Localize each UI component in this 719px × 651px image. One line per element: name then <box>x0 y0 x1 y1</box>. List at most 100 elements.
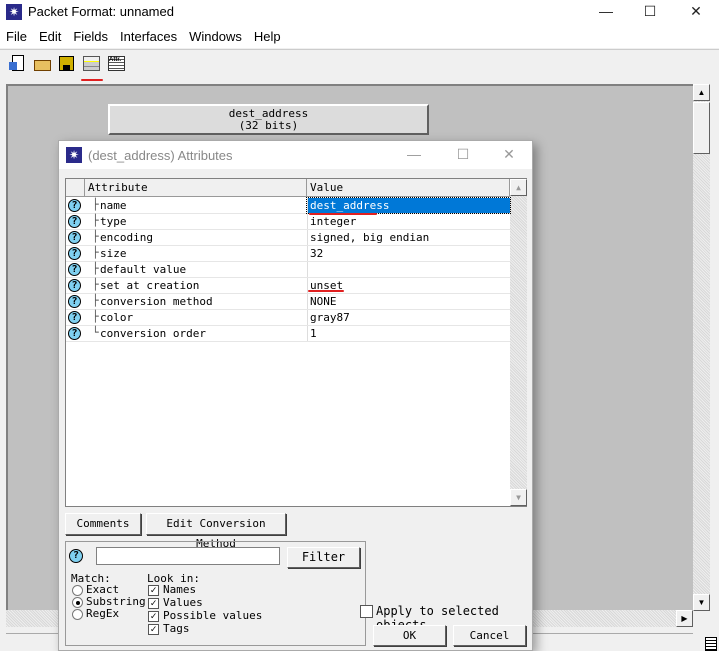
table-row[interactable]: ? ├ type integer <box>66 214 510 230</box>
scroll-thumb[interactable] <box>693 102 710 154</box>
table-row[interactable]: ? ├ name dest_address <box>66 197 511 214</box>
dialog-app-icon: ✷ <box>66 147 82 163</box>
field-layout-icon[interactable] <box>82 54 102 74</box>
lookin-checkbox[interactable]: ✓ <box>148 624 159 635</box>
help-icon[interactable]: ? <box>68 247 81 260</box>
menu-help[interactable]: Help <box>254 24 287 48</box>
header-value[interactable]: Value <box>307 179 510 197</box>
open-folder-icon[interactable] <box>33 54 53 74</box>
help-icon[interactable]: ? <box>68 327 81 340</box>
dialog-maximize-button[interactable]: ☐ <box>440 143 486 167</box>
tree-connector: ├ <box>92 278 99 291</box>
attribute-name: color <box>100 311 134 324</box>
attribute-value[interactable]: signed, big endian <box>307 230 510 245</box>
new-file-icon[interactable] <box>9 54 29 74</box>
dialog-close-button[interactable]: ✕ <box>486 143 532 167</box>
title-bar: ✷ Packet Format: unnamed — ☐ ✕ <box>0 0 719 24</box>
edit-conversion-method-button[interactable]: Edit Conversion Method <box>146 513 286 550</box>
lookin-checkbox[interactable]: ✓ <box>148 585 159 596</box>
attributes-dialog: ✷ (dest_address) Attributes — ☐ ✕ Attrib… <box>58 140 533 651</box>
filter-button[interactable]: Filter <box>287 547 360 568</box>
apply-to-selected-checkbox[interactable] <box>360 605 373 618</box>
lookin-checkbox[interactable]: ✓ <box>148 611 159 622</box>
table-row[interactable]: ? └ conversion order 1 <box>66 326 510 342</box>
header-icon-col <box>66 179 85 197</box>
match-radio-exact[interactable] <box>72 585 83 596</box>
attributes-table: Attribute Value ▲ ▼ ? ├ name dest_addres… <box>65 178 527 507</box>
attribute-name: name <box>100 199 127 212</box>
help-icon[interactable]: ? <box>68 231 81 244</box>
tree-connector: ├ <box>92 262 99 275</box>
match-radio-regex[interactable] <box>72 609 83 620</box>
tree-connector: └ <box>92 326 99 339</box>
cancel-button[interactable]: Cancel <box>453 625 526 646</box>
tree-connector: ├ <box>92 214 99 227</box>
attribute-name: encoding <box>100 231 153 244</box>
close-button[interactable]: ✕ <box>673 0 719 24</box>
lookin-checkbox[interactable]: ✓ <box>148 598 159 609</box>
attribute-name: size <box>100 247 127 260</box>
attribute-name: conversion order <box>100 327 206 340</box>
table-scroll-up[interactable]: ▲ <box>510 179 527 196</box>
tree-connector: ├ <box>92 310 99 323</box>
help-icon[interactable]: ? <box>68 215 81 228</box>
table-row[interactable]: ? ├ set at creation unset <box>66 278 510 294</box>
log-icon[interactable] <box>705 637 717 651</box>
lookin-option-label[interactable]: Possible values <box>163 609 262 622</box>
save-icon[interactable] <box>57 54 77 74</box>
tree-connector: ├ <box>92 246 99 259</box>
tree-connector: ├ <box>92 230 99 243</box>
lookin-option-label[interactable]: Tags <box>163 622 190 635</box>
menu-fields[interactable]: Fields <box>73 24 114 48</box>
attribute-value[interactable]: 32 <box>307 246 510 261</box>
field-bits: (32 bits) <box>238 119 299 132</box>
table-scroll-down[interactable]: ▼ <box>510 489 527 506</box>
scroll-right-button[interactable]: ▶ <box>676 610 693 627</box>
match-option-label[interactable]: RegEx <box>86 607 119 620</box>
ok-button[interactable]: OK <box>373 625 446 646</box>
attribute-value[interactable]: NONE <box>307 294 510 309</box>
tree-connector: ├ <box>92 198 99 211</box>
maximize-button[interactable]: ☐ <box>627 0 673 24</box>
help-icon[interactable]: ? <box>68 279 81 292</box>
attribute-value[interactable]: dest_address <box>306 197 511 214</box>
annotation-underline <box>309 213 377 215</box>
vertical-scrollbar[interactable]: ▲ ▼ <box>693 84 710 611</box>
menu-interfaces[interactable]: Interfaces <box>120 24 183 48</box>
menu-file[interactable]: File <box>6 24 33 48</box>
comments-button[interactable]: Comments <box>65 513 141 535</box>
attribute-value[interactable]: 1 <box>307 326 510 341</box>
table-row[interactable]: ? ├ color gray87 <box>66 310 510 326</box>
help-icon[interactable]: ? <box>68 295 81 308</box>
table-row[interactable]: ? ├ default value <box>66 262 510 278</box>
table-row[interactable]: ? ├ encoding signed, big endian <box>66 230 510 246</box>
dialog-minimize-button[interactable]: — <box>391 143 437 167</box>
lookin-option-label[interactable]: Names <box>163 583 196 596</box>
header-attribute[interactable]: Attribute <box>85 179 307 197</box>
filter-input[interactable] <box>96 547 280 565</box>
menu-edit[interactable]: Edit <box>39 24 67 48</box>
help-icon[interactable]: ? <box>68 263 81 276</box>
attribute-name: conversion method <box>100 295 213 308</box>
attributes-icon[interactable]: Attr. <box>107 54 127 74</box>
help-icon[interactable]: ? <box>69 549 83 563</box>
help-icon[interactable]: ? <box>68 199 81 212</box>
scroll-down-button[interactable]: ▼ <box>693 594 710 611</box>
table-row[interactable]: ? ├ size 32 <box>66 246 510 262</box>
window-title: Packet Format: unnamed <box>28 4 174 19</box>
help-icon[interactable]: ? <box>68 311 81 324</box>
attribute-value[interactable]: gray87 <box>307 310 510 325</box>
scroll-up-button[interactable]: ▲ <box>693 84 710 101</box>
match-radio-substring[interactable] <box>72 597 83 608</box>
table-scrollbar[interactable]: ▲ ▼ <box>510 179 527 506</box>
attribute-value[interactable] <box>307 262 510 277</box>
table-row[interactable]: ? ├ conversion method NONE <box>66 294 510 310</box>
menu-windows[interactable]: Windows <box>189 24 248 48</box>
toolbar: Attr. <box>0 49 719 81</box>
attribute-value[interactable]: integer <box>307 214 510 229</box>
attribute-name: set at creation <box>100 279 200 292</box>
packet-field-dest-address[interactable]: dest_address (32 bits) <box>108 104 429 135</box>
minimize-button[interactable]: — <box>583 0 629 24</box>
annotation-underline <box>81 79 103 81</box>
lookin-option-label[interactable]: Values <box>163 596 203 609</box>
